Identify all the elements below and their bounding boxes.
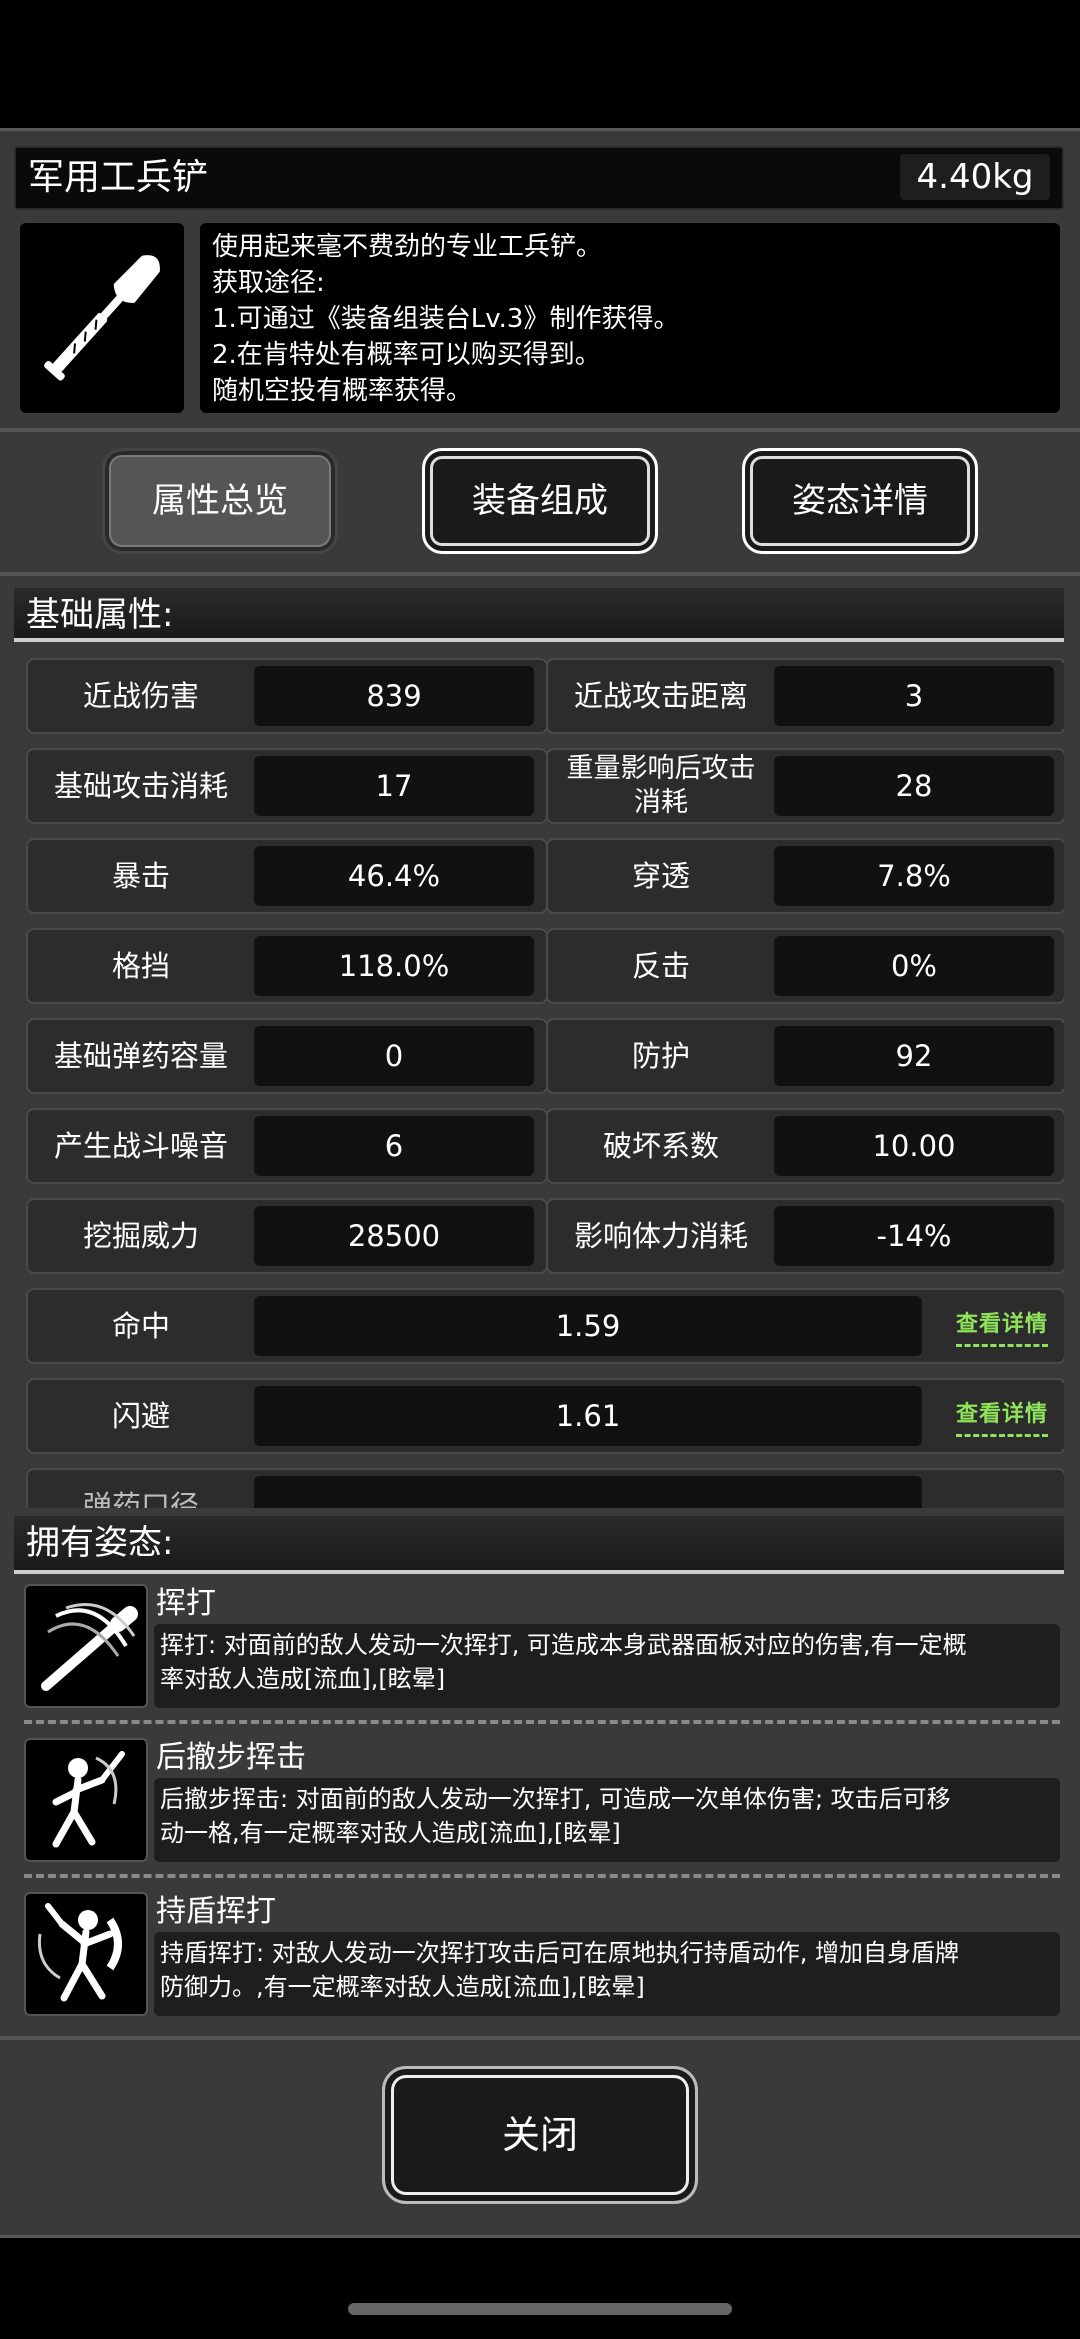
- stat-value: 6: [254, 1116, 534, 1176]
- stat-label: 近战伤害: [82, 679, 199, 713]
- stat-value: 1.59: [254, 1296, 922, 1356]
- swing-attack-icon: [24, 1584, 148, 1708]
- stat-value: 839: [254, 666, 534, 726]
- stat-label: 基础弹药容量: [53, 1039, 228, 1073]
- stance-description: 后撤步挥击: 对面前的敌人发动一次挥打, 可造成一次单体伤害; 攻击后可移 动一…: [154, 1778, 1060, 1862]
- divider: [0, 2036, 1080, 2040]
- stat-label: 反击: [631, 949, 690, 983]
- stat-label: 重量影响后攻击消耗: [566, 753, 756, 818]
- stat-value: 3: [774, 666, 1054, 726]
- stance-desc-line: 防御力。,有一定概率对敌人造成[流血],[眩晕]: [160, 1973, 645, 2001]
- base-attributes-list[interactable]: 近战伤害 839 近战攻击距离 3 基础攻击消耗 17 重量影响后攻击消耗 28…: [14, 646, 1064, 1508]
- stat-destruction-factor: 破坏系数 10.00: [546, 1108, 1064, 1184]
- stat-stamina-effect: 影响体力消耗 -14%: [546, 1198, 1064, 1274]
- stance-shield-swing[interactable]: 持盾挥打 持盾挥打: 对敌人发动一次挥打攻击后可在原地执行持盾动作, 增加自身盾…: [24, 1892, 1060, 2020]
- stat-label: 产生战斗噪音: [53, 1129, 228, 1163]
- stance-desc-line: 动一格,有一定概率对敌人造成[流血],[眩晕]: [160, 1819, 621, 1847]
- stat-penetration: 穿透 7.8%: [546, 838, 1064, 914]
- stat-weighted-attack-cost: 重量影响后攻击消耗 28: [546, 748, 1064, 824]
- stat-value: 7.8%: [774, 846, 1054, 906]
- stat-counter: 反击 0%: [546, 928, 1064, 1004]
- stat-base-attack-cost: 基础攻击消耗 17: [26, 748, 548, 824]
- description-line: 获取途径:: [212, 268, 325, 298]
- stat-critical: 暴击 46.4%: [26, 838, 548, 914]
- stances-header: 拥有姿态:: [14, 1516, 1064, 1574]
- divider: [0, 572, 1080, 576]
- description-line: 1.可通过《装备组装台Lv.3》制作获得。: [212, 304, 680, 334]
- tab-equipment-composition[interactable]: 装备组成: [422, 448, 658, 554]
- stat-label: 格挡: [111, 949, 170, 983]
- stance-desc-line: 后撤步挥击: 对面前的敌人发动一次挥打, 可造成一次单体伤害; 攻击后可移: [160, 1785, 951, 1813]
- stat-label: 破坏系数: [602, 1129, 719, 1163]
- stat-value: 0: [254, 1026, 534, 1086]
- stat-accuracy: 命中 1.59 查看详情: [26, 1288, 1064, 1364]
- description-line: 2.在肯特处有概率可以购买得到。: [212, 340, 601, 370]
- stat-label: 闪避: [111, 1399, 170, 1433]
- tab-stance-details[interactable]: 姿态详情: [742, 448, 978, 554]
- divider: [0, 428, 1080, 432]
- view-details-link[interactable]: 查看详情: [955, 1306, 1048, 1347]
- close-button[interactable]: 关闭: [382, 2066, 698, 2204]
- stat-label: 挖掘威力: [82, 1219, 199, 1253]
- stat-value: 17: [254, 756, 534, 816]
- stat-value: [254, 1476, 922, 1508]
- shield-swing-icon: [24, 1892, 148, 2016]
- item-weight: 4.40kg: [900, 154, 1050, 200]
- stat-block: 格挡 118.0%: [26, 928, 548, 1004]
- stat-label: 基础攻击消耗: [53, 769, 228, 803]
- stance-divider: [24, 1874, 1060, 1878]
- stance-desc-line: 持盾挥打: 对敌人发动一次挥打攻击后可在原地执行持盾动作, 增加自身盾牌: [160, 1939, 959, 1967]
- stat-ammo-capacity: 基础弹药容量 0: [26, 1018, 548, 1094]
- description-line: 随机空投有概率获得。: [212, 376, 473, 406]
- stat-label: 弹药口径: [82, 1489, 199, 1508]
- stat-value: 118.0%: [254, 936, 534, 996]
- shovel-icon: [20, 223, 184, 413]
- stance-divider: [24, 1720, 1060, 1724]
- stance-swing[interactable]: 挥打 挥打: 对面前的敌人发动一次挥打, 可造成本身武器面板对应的伤害,有一定概…: [24, 1584, 1060, 1712]
- stat-value: -14%: [774, 1206, 1054, 1266]
- stat-value: 28500: [254, 1206, 534, 1266]
- home-indicator[interactable]: [348, 2303, 732, 2315]
- item-description: 使用起来毫不费劲的专业工兵铲。 获取途径: 1.可通过《装备组装台Lv.3》制作…: [200, 223, 1060, 413]
- stance-name: 后撤步挥击: [156, 1740, 306, 1775]
- description-line: 使用起来毫不费劲的专业工兵铲。: [212, 232, 603, 262]
- stance-desc-line: 挥打: 对面前的敌人发动一次挥打, 可造成本身武器面板对应的伤害,有一定概: [160, 1631, 967, 1659]
- stat-label: 命中: [111, 1309, 170, 1343]
- stance-backstep-swing[interactable]: 后撤步挥击 后撤步挥击: 对面前的敌人发动一次挥打, 可造成一次单体伤害; 攻击…: [24, 1738, 1060, 1866]
- stat-protection: 防护 92: [546, 1018, 1064, 1094]
- stat-label: 穿透: [631, 859, 690, 893]
- stat-label: 近战攻击距离: [573, 679, 748, 713]
- stance-description: 挥打: 对面前的敌人发动一次挥打, 可造成本身武器面板对应的伤害,有一定概 率对…: [154, 1624, 1060, 1708]
- item-name: 军用工兵铲: [28, 157, 209, 198]
- stance-name: 挥打: [156, 1586, 216, 1621]
- stat-label: 防护: [631, 1039, 690, 1073]
- backstep-swing-icon: [24, 1738, 148, 1862]
- view-details-link[interactable]: 查看详情: [955, 1396, 1048, 1437]
- stance-description: 持盾挥打: 对敌人发动一次挥打攻击后可在原地执行持盾动作, 增加自身盾牌 防御力…: [154, 1932, 1060, 2016]
- stat-digging-power: 挖掘威力 28500: [26, 1198, 548, 1274]
- stat-label: 影响体力消耗: [573, 1219, 748, 1253]
- stat-value: 10.00: [774, 1116, 1054, 1176]
- stat-value: 92: [774, 1026, 1054, 1086]
- stat-label: 暴击: [111, 859, 170, 893]
- stat-combat-noise: 产生战斗噪音 6: [26, 1108, 548, 1184]
- stat-value: 1.61: [254, 1386, 922, 1446]
- stance-desc-line: 率对敌人造成[流血],[眩晕]: [160, 1665, 446, 1693]
- stat-melee-damage: 近战伤害 839: [26, 658, 548, 734]
- stat-melee-range: 近战攻击距离 3: [546, 658, 1064, 734]
- stat-ammo-caliber: 弹药口径: [26, 1468, 1064, 1508]
- base-attributes-header: 基础属性:: [14, 588, 1064, 642]
- stat-evasion: 闪避 1.61 查看详情: [26, 1378, 1064, 1454]
- stat-value: 46.4%: [254, 846, 534, 906]
- item-header: 军用工兵铲 4.40kg: [14, 146, 1064, 210]
- stat-value: 0%: [774, 936, 1054, 996]
- tab-attribute-overview[interactable]: 属性总览: [102, 448, 338, 554]
- stance-name: 持盾挥打: [156, 1894, 276, 1929]
- stat-value: 28: [774, 756, 1054, 816]
